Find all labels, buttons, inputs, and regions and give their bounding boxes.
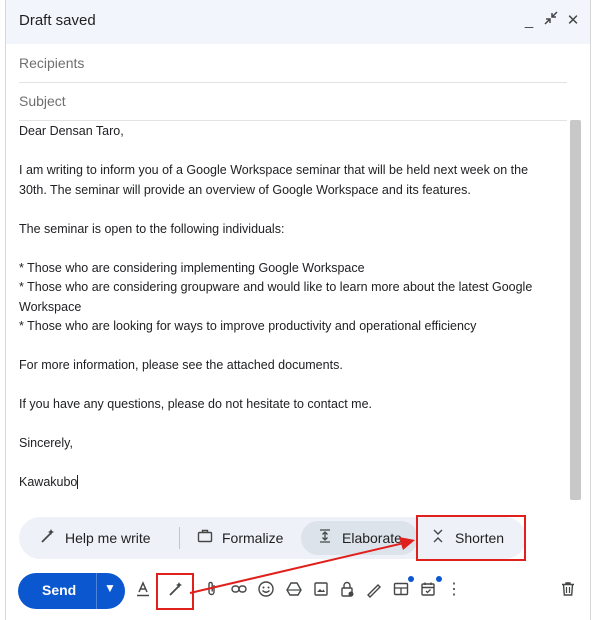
compose-window: Draft saved _ ✕ Recipients Subject Dear …	[5, 0, 591, 620]
annotation-arrow	[189, 537, 415, 594]
